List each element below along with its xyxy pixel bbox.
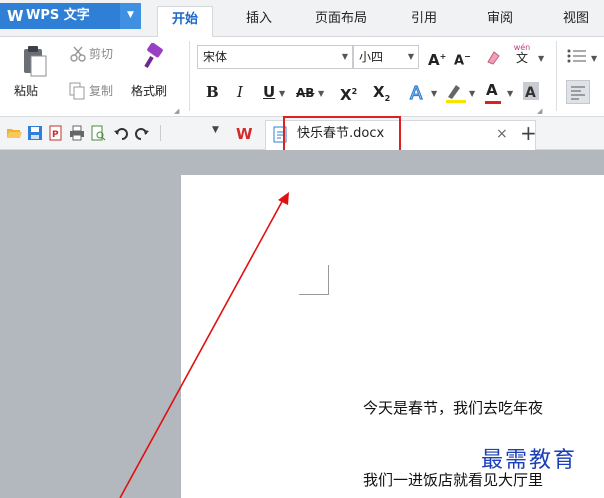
font-name-combo[interactable]: 宋体 ▼ — [197, 45, 353, 69]
print-icon[interactable] — [69, 125, 85, 141]
annotation-highlight-box — [283, 116, 401, 153]
align-left-button[interactable] — [566, 80, 590, 104]
redo-icon[interactable] — [134, 125, 150, 141]
svg-text:P: P — [52, 130, 59, 140]
chevron-down-icon[interactable]: ▼ — [507, 84, 513, 104]
chevron-down-icon[interactable]: ▼ — [408, 46, 414, 68]
svg-text:A: A — [525, 85, 536, 101]
ribbon-home: 粘贴 剪切 复制 格式刷 ◢ 宋体 ▼ 小四 ▼ A+ A− wén 文 ▼ B … — [0, 37, 604, 117]
toolbar-divider — [160, 125, 161, 141]
app-title: WPS 文字 — [26, 8, 90, 23]
copy-icon[interactable] — [69, 82, 85, 100]
bullet-list-icon[interactable] — [566, 47, 588, 65]
ribbon-tab-bar: W WPS 文字 ▼ 开始 插入 页面布局 引用 审阅 视图 — [0, 0, 604, 37]
phonetic-guide-button[interactable]: wén 文 — [512, 43, 532, 65]
tab-review[interactable]: 审阅 — [487, 10, 513, 28]
export-pdf-icon[interactable]: P — [48, 125, 64, 141]
wps-logo-icon: W — [7, 7, 24, 25]
save-icon[interactable] — [27, 125, 43, 141]
highlight-pen-icon[interactable] — [444, 81, 468, 105]
chevron-down-icon[interactable]: ▼ — [591, 49, 597, 69]
tab-page-layout[interactable]: 页面布局 — [315, 10, 367, 28]
app-menu-button[interactable]: W WPS 文字 ▼ — [0, 3, 141, 29]
close-tab-icon[interactable]: × — [496, 125, 508, 143]
bold-button[interactable]: B — [206, 82, 219, 102]
page-margin-corner-mark — [299, 265, 329, 295]
format-painter-icon[interactable] — [138, 43, 166, 71]
wps-docs-logo-icon[interactable]: W — [236, 125, 252, 141]
paste-icon[interactable] — [22, 44, 48, 78]
undo-icon[interactable] — [113, 125, 129, 141]
chevron-down-icon[interactable]: ▼ — [431, 84, 437, 104]
new-tab-button[interactable]: + — [520, 121, 537, 145]
watermark-logo: 最需教育 — [481, 448, 578, 473]
subscript-button[interactable]: X2 — [373, 82, 390, 109]
svg-text:A: A — [410, 83, 423, 103]
clear-format-icon[interactable] — [484, 48, 502, 66]
group-divider — [189, 41, 190, 111]
font-name-value: 宋体 — [203, 50, 228, 64]
italic-button[interactable]: I — [237, 82, 243, 102]
svg-text:W: W — [236, 125, 252, 141]
copy-button[interactable]: 复制 — [89, 83, 113, 99]
cut-button[interactable]: 剪切 — [89, 46, 113, 62]
customize-toolbar-chevron-icon[interactable]: ▼ — [212, 125, 219, 135]
grow-font-button[interactable]: A+ — [428, 47, 446, 70]
chevron-down-icon[interactable]: ▼ — [538, 49, 544, 69]
font-size-value: 小四 — [359, 50, 384, 64]
align-left-icon — [571, 86, 585, 100]
paste-button[interactable]: 粘贴 — [14, 83, 38, 99]
shrink-font-button[interactable]: A− — [454, 47, 471, 71]
superscript-button[interactable]: X2 — [340, 82, 357, 105]
tab-home[interactable]: 开始 — [157, 6, 214, 37]
font-color-button[interactable]: A — [486, 80, 498, 100]
tab-insert[interactable]: 插入 — [246, 10, 272, 28]
font-size-combo[interactable]: 小四 ▼ — [353, 45, 419, 69]
tab-view[interactable]: 视图 — [563, 10, 589, 28]
chevron-down-icon[interactable]: ▼ — [318, 84, 324, 104]
tab-references[interactable]: 引用 — [411, 10, 437, 28]
font-dialog-launcher[interactable]: ◢ — [537, 107, 542, 115]
open-folder-icon[interactable] — [6, 125, 22, 141]
scissors-icon[interactable] — [69, 46, 87, 62]
char-shading-icon[interactable]: A — [522, 81, 540, 101]
strikethrough-button[interactable]: AB — [296, 83, 314, 103]
font-color-swatch — [485, 101, 501, 104]
app-menu-dropdown[interactable]: ▼ — [120, 3, 141, 29]
document-paragraph-1[interactable]: 今天是春节，我们去吃年夜 — [363, 398, 543, 418]
text-effect-icon[interactable]: A — [408, 81, 430, 103]
underline-button[interactable]: U — [263, 82, 275, 102]
group-divider — [556, 41, 557, 111]
format-painter-button[interactable]: 格式刷 — [131, 83, 167, 99]
clipboard-dialog-launcher[interactable]: ◢ — [174, 107, 179, 115]
chevron-down-icon[interactable]: ▼ — [469, 84, 475, 104]
chevron-down-icon[interactable]: ▼ — [279, 84, 285, 104]
print-preview-icon[interactable] — [90, 125, 106, 141]
chevron-down-icon[interactable]: ▼ — [342, 46, 348, 68]
